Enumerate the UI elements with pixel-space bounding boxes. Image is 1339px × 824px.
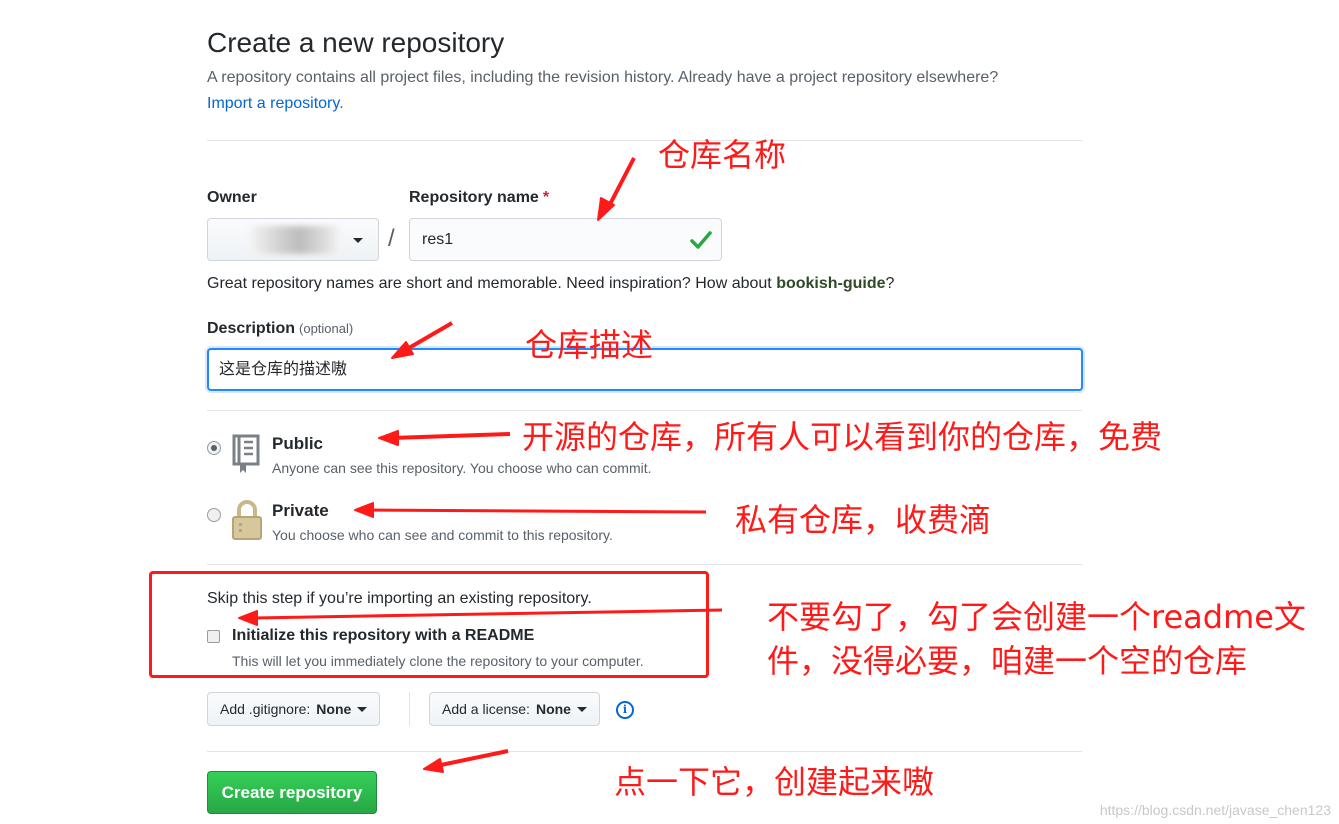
required-mark: * <box>542 189 550 206</box>
gitignore-prefix: Add .gitignore: <box>220 701 311 717</box>
divider <box>207 410 1082 411</box>
path-separator: / <box>388 225 395 252</box>
name-suggestion[interactable]: bookish-guide <box>776 275 885 292</box>
page-title: Create a new repository <box>207 27 505 58</box>
divider-vertical <box>409 692 410 726</box>
watermark: https://blog.csdn.net/javase_chen123 <box>1099 802 1331 818</box>
import-repository-link[interactable]: Import a repository. <box>207 95 344 113</box>
divider <box>207 564 1082 565</box>
public-radio[interactable] <box>207 441 221 455</box>
divider <box>207 751 1082 752</box>
repo-book-icon <box>232 434 260 473</box>
chevron-down-icon <box>576 706 587 712</box>
annotation-public: 开源的仓库，所有人可以看到你的仓库，免费 <box>522 418 1163 456</box>
description-label: Description (optional) <box>207 320 353 338</box>
divider <box>207 140 1082 141</box>
license-value: None <box>535 701 571 717</box>
private-radio[interactable] <box>207 508 221 522</box>
annotation-repo-name: 仓库名称 <box>658 136 787 174</box>
annotation-description: 仓库描述 <box>525 326 654 364</box>
check-icon <box>690 231 712 249</box>
repo-name-label-text: Repository name <box>409 189 539 206</box>
create-repository-button[interactable]: Create repository <box>207 771 377 814</box>
public-title: Public <box>272 434 324 453</box>
private-title: Private <box>272 501 329 520</box>
name-hint: Great repository names are short and mem… <box>207 275 894 293</box>
gitignore-select[interactable]: Add .gitignore: None <box>207 692 381 726</box>
page-subtitle: A repository contains all project files,… <box>207 69 999 86</box>
hint-prefix: Great repository names are short and mem… <box>207 275 777 292</box>
lock-icon <box>232 500 262 540</box>
description-label-text: Description <box>207 320 296 337</box>
annotation-create: 点一下它，创建起来嗷 <box>614 763 935 801</box>
info-icon[interactable]: i <box>616 701 634 719</box>
chevron-down-icon <box>353 238 363 243</box>
annotation-private: 私有仓库，收费滴 <box>735 501 992 539</box>
annotation-readme-line1: 不要勾了，勾了会创建一个readme文 <box>767 598 1306 636</box>
license-select[interactable]: Add a license: None <box>429 692 600 726</box>
public-description: Anyone can see this repository. You choo… <box>272 460 652 476</box>
chevron-down-icon <box>357 706 368 712</box>
annotation-readme-line2: 件，没得必要，咱建一个空的仓库 <box>767 642 1248 680</box>
gitignore-value: None <box>316 701 352 717</box>
private-description: You choose who can see and commit to thi… <box>272 527 613 543</box>
license-prefix: Add a license: <box>442 701 530 717</box>
repository-name-input[interactable]: res1 <box>409 218 722 261</box>
owner-label: Owner <box>207 189 257 206</box>
hint-suffix: ? <box>885 275 895 292</box>
repo-name-label: Repository name * <box>409 189 549 207</box>
annotation-highlight-box <box>149 571 709 678</box>
owner-avatar-blurred <box>250 226 340 254</box>
optional-label: (optional) <box>299 321 354 336</box>
